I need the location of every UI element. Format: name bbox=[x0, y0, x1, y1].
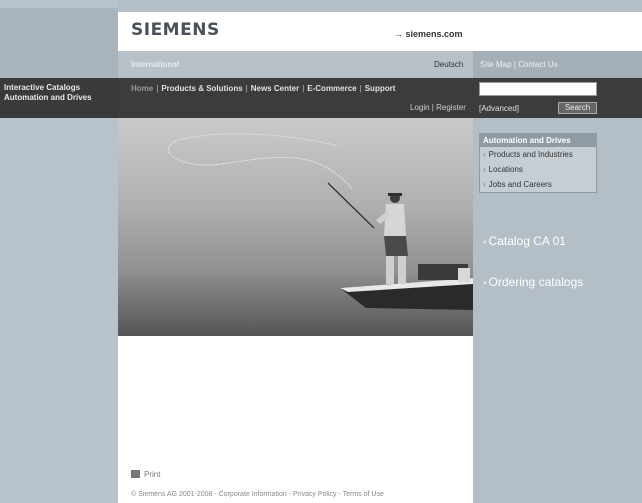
nav-e-commerce[interactable]: E-Commerce bbox=[307, 84, 356, 93]
bullet-icon: ▪ bbox=[483, 237, 487, 248]
ad-box-title[interactable]: Automation and Drives bbox=[480, 134, 596, 147]
nav-separator: | bbox=[245, 84, 248, 93]
nav-products-solutions[interactable]: Products & Solutions bbox=[161, 84, 242, 93]
ad-item-products-industries[interactable]: › Products and Industries bbox=[480, 147, 596, 162]
ad-item-label: Locations bbox=[488, 165, 523, 174]
catalog-title-block[interactable]: Interactive Catalogs Automation and Driv… bbox=[0, 78, 118, 118]
nav-news-center[interactable]: News Center bbox=[251, 84, 299, 93]
catalog-ca01-link[interactable]: ▪ Catalog CA 01 bbox=[483, 234, 566, 248]
nav-home[interactable]: Home bbox=[131, 84, 153, 93]
contact-us-link[interactable]: Contact Us bbox=[518, 60, 558, 69]
deutsch-link[interactable]: Deutsch bbox=[434, 60, 463, 69]
ad-item-label: Products and Industries bbox=[488, 150, 573, 159]
arrow-right-icon: › bbox=[483, 165, 486, 174]
nav-separator: | bbox=[359, 84, 362, 93]
main-nav: Home | Products & Solutions | News Center | E-… bbox=[131, 84, 395, 93]
content-area bbox=[118, 336, 473, 503]
ad-item-locations[interactable]: › Locations bbox=[480, 162, 596, 177]
site-map-link[interactable]: Site Map bbox=[480, 60, 512, 69]
left-header-block bbox=[0, 8, 118, 78]
catalog-title-line1: Interactive Catalogs bbox=[4, 83, 81, 92]
search-button[interactable]: Search bbox=[558, 102, 597, 114]
nav-support[interactable]: Support bbox=[365, 84, 396, 93]
ad-item-jobs-careers[interactable]: › Jobs and Careers bbox=[480, 177, 596, 192]
fisherman-photo bbox=[118, 118, 473, 336]
print-link[interactable]: Print bbox=[131, 470, 160, 479]
arrow-right-icon: › bbox=[483, 180, 486, 189]
siemens-com-link[interactable]: → siemens.com bbox=[394, 29, 463, 39]
international-label[interactable]: International bbox=[131, 60, 179, 69]
arrow-right-icon: › bbox=[483, 150, 486, 159]
catalog-title-line2: Automation and Drives bbox=[4, 93, 92, 102]
header-area-right bbox=[473, 12, 642, 51]
ordering-catalogs-label: Ordering catalogs bbox=[488, 275, 584, 289]
search-input[interactable] bbox=[479, 82, 597, 96]
footer-copyright: © Siemens AG 2001-2008 - Corporate Infor… bbox=[131, 491, 384, 498]
ordering-catalogs-link[interactable]: ▪ Ordering catalogs bbox=[483, 275, 583, 289]
hero-image bbox=[118, 118, 473, 336]
register-link[interactable]: Register bbox=[436, 103, 466, 112]
print-label: Print bbox=[144, 470, 161, 479]
siemens-logo[interactable]: SIEMENS bbox=[131, 20, 220, 40]
catalog-ca01-label: Catalog CA 01 bbox=[488, 234, 566, 248]
ad-item-label: Jobs and Careers bbox=[488, 180, 552, 189]
login-register: Login | Register bbox=[410, 103, 466, 112]
bullet-icon: ▪ bbox=[483, 278, 487, 289]
login-link[interactable]: Login bbox=[410, 103, 430, 112]
printer-icon bbox=[131, 470, 140, 478]
utility-links: Site Map | Contact Us bbox=[480, 60, 558, 69]
advanced-search-link[interactable]: [Advanced] bbox=[479, 104, 519, 113]
automation-drives-box: Automation and Drives › Products and Indu… bbox=[479, 133, 597, 193]
